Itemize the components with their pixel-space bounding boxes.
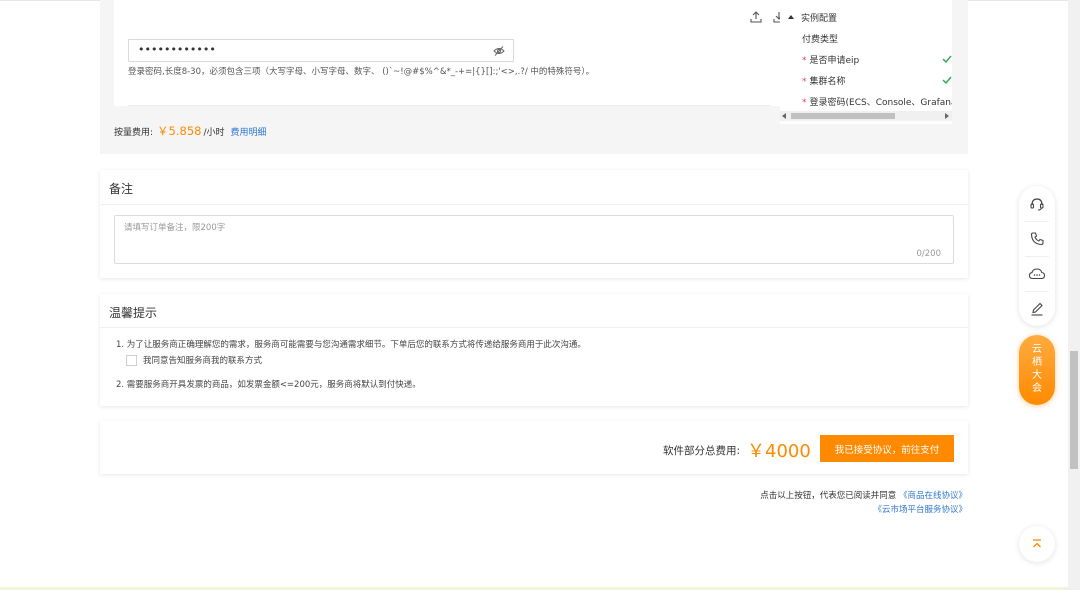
total-fee-label: 软件部分总费用:	[663, 445, 741, 457]
phone-icon[interactable]	[1028, 230, 1046, 248]
divider	[1025, 256, 1049, 257]
yunqi-conference-badge[interactable]: 云 栖 大 会	[1019, 335, 1055, 405]
password-hint: 登录密码,长度8-30，必须包含三项（大写字母、小写字母、数字、 ()`~!@#…	[128, 67, 595, 77]
divider	[128, 105, 770, 106]
fee-detail-link[interactable]: 费用明细	[231, 128, 267, 138]
tree-horizontal-scrollbar[interactable]	[780, 111, 952, 121]
agreement-notice: 点击以上按钮，代表您已阅读并同意 《商品在线协议》 《云市场平台服务协议》	[760, 489, 967, 517]
cloud-chat-icon[interactable]	[1028, 265, 1046, 283]
divider	[100, 204, 968, 205]
product-agreement-link[interactable]: 《商品在线协议》	[899, 491, 967, 501]
password-value: ••••••••••••	[138, 43, 216, 56]
back-to-top-button[interactable]	[1019, 526, 1055, 562]
remark-placeholder: 请填写订单备注，限200字	[124, 223, 226, 233]
tree-item-label: 集群名称	[809, 77, 846, 87]
scrollbar-thumb[interactable]	[791, 113, 895, 119]
divider	[1025, 291, 1049, 292]
usage-fee-row: 按量费用: ￥5.858/小时 费用明细	[114, 123, 267, 139]
contact-consent-checkbox[interactable]	[126, 355, 137, 366]
upload-icon[interactable]	[750, 11, 762, 23]
tree-root-label: 实例配置	[801, 14, 838, 24]
collapse-caret-icon	[788, 15, 794, 19]
platform-agreement-link[interactable]: 《云市场平台服务协议》	[873, 505, 967, 515]
required-mark: *	[802, 98, 807, 108]
tips-title: 温馨提示	[109, 306, 158, 320]
check-icon	[942, 55, 952, 63]
password-field[interactable]: ••••••••••••	[128, 39, 514, 62]
required-mark: *	[802, 77, 807, 87]
agreement-prefix: 点击以上按钮，代表您已阅读并同意	[760, 491, 897, 501]
fee-unit: /小时	[203, 128, 225, 138]
eye-off-icon[interactable]	[493, 45, 505, 57]
headset-icon[interactable]	[1028, 195, 1046, 213]
pay-button[interactable]: 我已接受协议，前往支付	[820, 435, 954, 462]
remark-card: 备注 请填写订单备注，限200字 0/200	[100, 170, 968, 278]
fee-price: ￥5.858	[157, 124, 202, 138]
remark-title: 备注	[109, 182, 134, 196]
edit-icon[interactable]	[1028, 300, 1046, 318]
tree-item-label: 登录密码(ECS、Console、Grafana、	[809, 98, 953, 108]
back-to-top-icon	[1033, 539, 1041, 548]
floating-toolbar	[1019, 186, 1055, 326]
scroll-right-icon[interactable]	[945, 113, 949, 119]
tips-card: 温馨提示 1. 为了让服务商正确理解您的需求，服务商可能需要与您沟通需求细节。下…	[100, 294, 968, 406]
promo-char: 栖	[1032, 357, 1042, 368]
tree-item-label: 付费类型	[802, 35, 839, 45]
tree-item-billing[interactable]: 付费类型	[802, 32, 838, 45]
payment-card: 软件部分总费用: ￥4000 我已接受协议，前往支付	[100, 421, 968, 474]
promo-char: 大	[1032, 370, 1042, 381]
scroll-left-icon[interactable]	[782, 113, 786, 119]
scrollbar-thumb[interactable]	[1070, 351, 1078, 469]
total-fee-amount: ￥4000	[747, 441, 811, 462]
tip-line-1: 1. 为了让服务商正确理解您的需求，服务商可能需要与您沟通需求细节。下单后您的联…	[116, 340, 586, 350]
contact-consent-label[interactable]: 我同意告知服务商我的联系方式	[143, 354, 262, 366]
check-icon	[942, 76, 952, 84]
fee-label: 按量费用:	[114, 128, 154, 138]
required-mark: *	[802, 56, 807, 66]
promo-char: 会	[1032, 383, 1042, 394]
promo-char: 云	[1032, 344, 1042, 355]
page-vertical-scrollbar[interactable]	[1068, 0, 1080, 590]
tree-root[interactable]: 实例配置	[788, 11, 837, 24]
config-tree: 实例配置 付费类型 * 是否申请eip * 集群名称 * 登录密码(ECS、Conso…	[780, 0, 952, 124]
tip-line-2: 2. 需要服务商开具发票的商品，如发票金额<=200元，服务商将默认到付快递。	[116, 380, 421, 390]
tree-item-cluster-name[interactable]: * 集群名称	[802, 74, 846, 87]
tree-item-label: 是否申请eip	[809, 56, 860, 66]
tree-item-eip[interactable]: * 是否申请eip	[802, 53, 859, 66]
remark-char-counter: 0/200	[916, 249, 942, 259]
divider	[1025, 221, 1049, 222]
tree-item-login-password[interactable]: * 登录密码(ECS、Console、Grafana、	[802, 95, 952, 108]
remark-textarea[interactable]: 请填写订单备注，限200字 0/200	[114, 215, 954, 264]
instance-config-panel: •••••••••••• 登录密码,长度8-30，必须包含三项（大写字母、小写字…	[100, 0, 968, 154]
divider	[100, 327, 968, 328]
